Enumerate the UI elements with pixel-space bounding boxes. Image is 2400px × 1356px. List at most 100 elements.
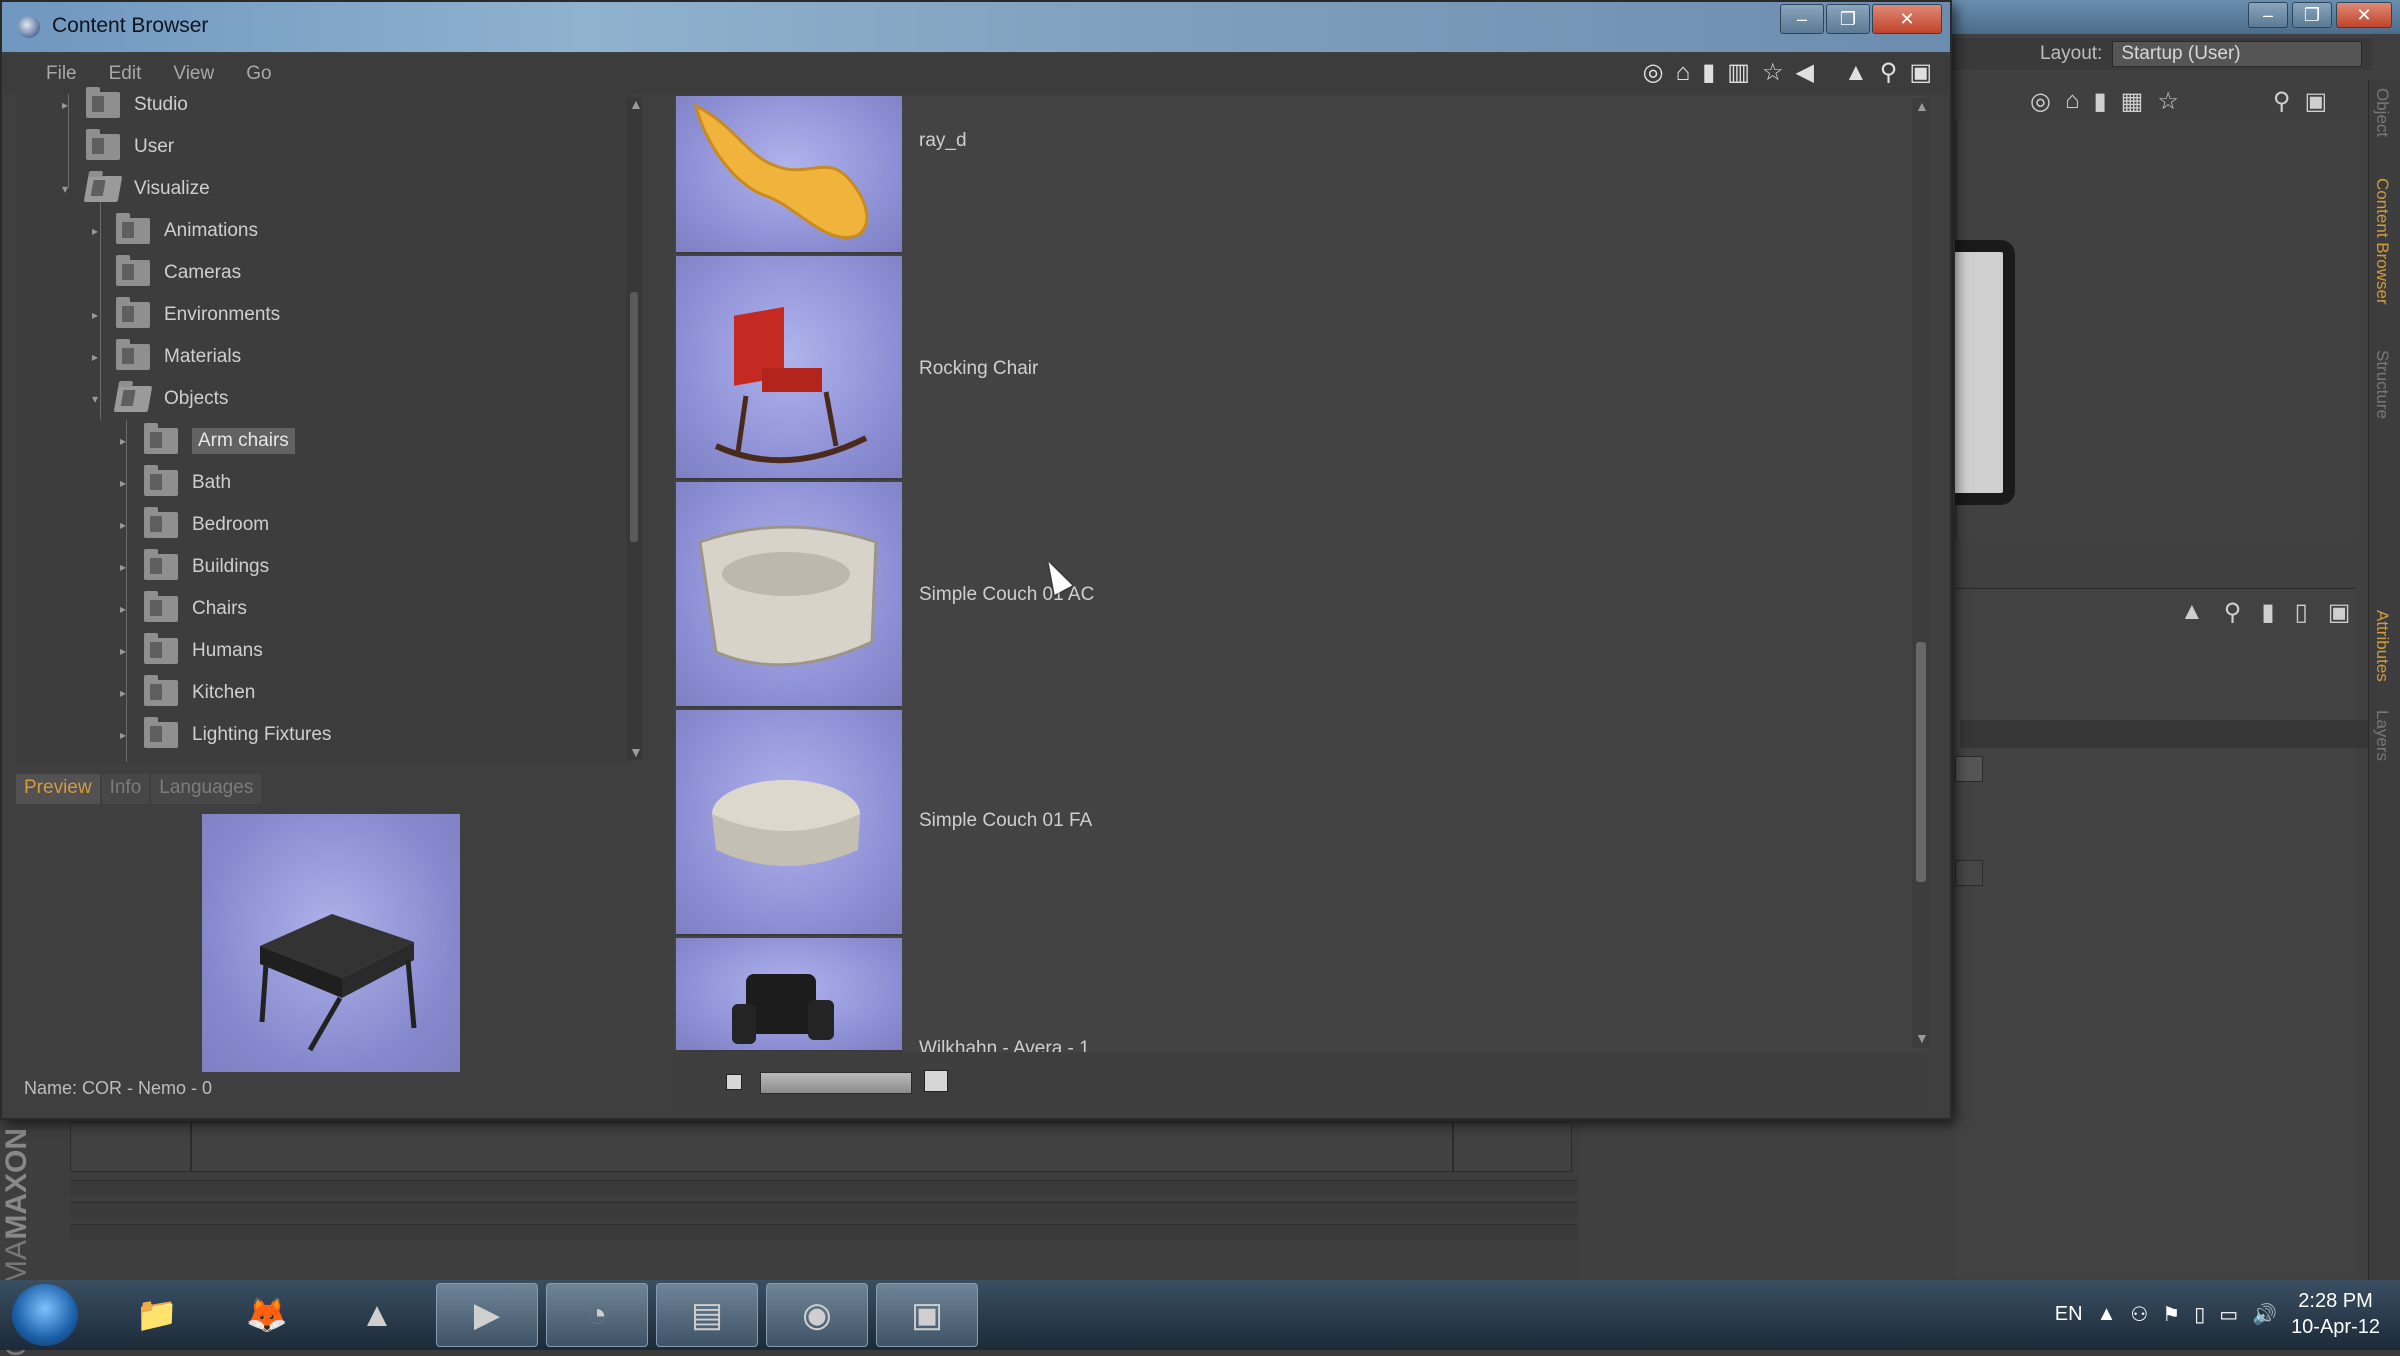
- firefox-taskbar-button[interactable]: 🦊: [216, 1283, 318, 1347]
- expand-arrow-icon[interactable]: ▸: [120, 686, 126, 700]
- expand-arrow-icon[interactable]: ▸: [120, 518, 126, 532]
- expand-arrow-icon[interactable]: ▸: [62, 98, 68, 112]
- timeline-track[interactable]: [70, 1224, 1578, 1240]
- tree-item-humans[interactable]: ▸ Humans: [120, 632, 263, 670]
- tree-item-user[interactable]: User: [62, 128, 174, 166]
- side-tab-attributes[interactable]: Attributes: [2372, 610, 2392, 682]
- vlc-taskbar-button[interactable]: ▲: [326, 1283, 428, 1347]
- list-item-label[interactable]: ray_d: [919, 130, 967, 152]
- main-maximize-button[interactable]: ❐: [2292, 2, 2332, 28]
- scroll-up-icon[interactable]: ▲: [629, 96, 643, 112]
- app-taskbar-button[interactable]: ◔: [546, 1283, 648, 1347]
- home-icon[interactable]: ⌂: [2065, 87, 2080, 115]
- close-button[interactable]: ✕: [1872, 4, 1942, 34]
- thumbnail-size-slider[interactable]: [760, 1072, 912, 1094]
- collapse-arrow-icon[interactable]: ▾: [62, 182, 68, 196]
- network-icon[interactable]: ⚇: [2130, 1302, 2148, 1327]
- tab-info[interactable]: Info: [101, 774, 150, 804]
- scroll-down-icon[interactable]: ▼: [629, 744, 643, 760]
- columns-icon[interactable]: ▥: [1727, 58, 1750, 87]
- start-button[interactable]: [12, 1284, 78, 1346]
- expand-arrow-icon[interactable]: ▸: [120, 434, 126, 448]
- back-arrow-icon[interactable]: ◀: [1796, 58, 1814, 87]
- lock-icon[interactable]: ▮: [1702, 58, 1715, 87]
- timeline-ruler[interactable]: [70, 1122, 1572, 1172]
- tree-item-buildings[interactable]: ▸ Buildings: [120, 548, 269, 586]
- eye-icon[interactable]: ◎: [1643, 58, 1664, 87]
- scroll-down-icon[interactable]: ▼: [1915, 1030, 1929, 1046]
- notes-taskbar-button[interactable]: ▤: [656, 1283, 758, 1347]
- attribute-dropdown-button[interactable]: [1955, 756, 1983, 782]
- list-item-label[interactable]: Wilkhahn - Avera - 1: [919, 1038, 1090, 1052]
- list-item-thumbnail[interactable]: [676, 938, 902, 1052]
- tree-item-lighting-fixtures[interactable]: ▸ Lighting Fixtures: [120, 716, 331, 754]
- tree-scrollbar-thumb[interactable]: [630, 292, 638, 542]
- media-player-taskbar-button[interactable]: ▶: [436, 1283, 538, 1347]
- expand-arrow-icon[interactable]: ▸: [120, 728, 126, 742]
- tree-item-visualize[interactable]: ▾ Visualize: [62, 170, 210, 208]
- search-icon[interactable]: ⚲: [1880, 58, 1898, 87]
- expand-arrow-icon[interactable]: ▸: [120, 644, 126, 658]
- tree-item-objects[interactable]: ▾ Objects: [92, 380, 228, 418]
- tree-item-environments[interactable]: ▸ Environments: [92, 296, 280, 334]
- search-icon[interactable]: ⚲: [2224, 598, 2242, 627]
- tree-item-materials[interactable]: ▸ Materials: [92, 338, 241, 376]
- large-thumbnail-icon[interactable]: [924, 1070, 948, 1092]
- maximize-button[interactable]: ❐: [1826, 4, 1870, 34]
- show-hidden-icons-icon[interactable]: ▲: [2097, 1303, 2117, 1326]
- cinema4d-taskbar-button[interactable]: ◉: [766, 1283, 868, 1347]
- minimize-button[interactable]: –: [1780, 4, 1824, 34]
- explorer-taskbar-button[interactable]: 📁: [106, 1283, 208, 1347]
- tree-item-studio[interactable]: ▸ Studio: [62, 86, 188, 124]
- expand-icon[interactable]: ▣: [2304, 87, 2327, 116]
- side-tab-layers[interactable]: Layers: [2372, 710, 2392, 761]
- expand-icon[interactable]: ▣: [1909, 58, 1932, 87]
- grid-icon[interactable]: ▦: [2121, 87, 2144, 116]
- attribute-small-button[interactable]: [1955, 860, 1983, 886]
- language-indicator[interactable]: EN: [2055, 1303, 2083, 1326]
- cursor-tool-icon[interactable]: ▲: [2180, 598, 2204, 627]
- tree-item-kitchen[interactable]: ▸ Kitchen: [120, 674, 255, 712]
- layout-select[interactable]: Startup (User): [2112, 41, 2363, 67]
- list-item-thumbnail[interactable]: [676, 710, 902, 936]
- side-tab-object[interactable]: Object: [2372, 88, 2392, 137]
- list-scrollbar-thumb[interactable]: [1916, 642, 1926, 882]
- grid-icon[interactable]: ▯: [2295, 598, 2308, 627]
- tree-item-bath[interactable]: ▸ Bath: [120, 464, 231, 502]
- clock[interactable]: 2:28 PM 10-Apr-12: [2291, 1288, 2380, 1340]
- collapse-arrow-icon[interactable]: ▾: [92, 392, 98, 406]
- list-item-label[interactable]: Rocking Chair: [919, 358, 1038, 380]
- flag-icon[interactable]: ⚑: [2162, 1302, 2180, 1327]
- tree-item-bedroom[interactable]: ▸ Bedroom: [120, 506, 269, 544]
- expand-arrow-icon[interactable]: ▸: [120, 476, 126, 490]
- list-item-label[interactable]: Simple Couch 01 FA: [919, 810, 1092, 832]
- tree-item-chairs[interactable]: ▸ Chairs: [120, 590, 247, 628]
- timeline-track[interactable]: [70, 1202, 1578, 1218]
- expand-icon[interactable]: ▣: [2328, 598, 2351, 627]
- expand-arrow-icon[interactable]: ▸: [120, 602, 126, 616]
- list-item-thumbnail[interactable]: [676, 96, 902, 254]
- list-scrollbar[interactable]: [1912, 98, 1930, 1048]
- side-tab-structure[interactable]: Structure: [2372, 350, 2392, 419]
- tree-item-cameras[interactable]: Cameras: [92, 254, 241, 292]
- content-browser-titlebar[interactable]: [2, 2, 1950, 52]
- main-minimize-button[interactable]: –: [2248, 2, 2288, 28]
- expand-arrow-icon[interactable]: ▸: [92, 308, 98, 322]
- lock-icon[interactable]: ▮: [2261, 598, 2274, 627]
- battery-icon[interactable]: ▯: [2194, 1302, 2205, 1327]
- monitor-icon[interactable]: ▭: [2219, 1302, 2238, 1327]
- expand-arrow-icon[interactable]: ▸: [92, 350, 98, 364]
- search-icon[interactable]: ⚲: [2273, 87, 2291, 116]
- tab-languages[interactable]: Languages: [151, 774, 262, 804]
- side-tab-content-browser[interactable]: Content Browser: [2372, 178, 2392, 305]
- scroll-up-icon[interactable]: ▲: [1915, 98, 1929, 114]
- menu-file[interactable]: File: [32, 63, 91, 85]
- star-icon[interactable]: ☆: [2157, 87, 2179, 116]
- list-item-thumbnail[interactable]: [676, 482, 902, 708]
- eye-icon[interactable]: ◎: [2030, 87, 2051, 116]
- cursor-tool-icon[interactable]: ▲: [1844, 59, 1868, 87]
- tree-item-animations[interactable]: ▸ Animations: [92, 212, 258, 250]
- menu-edit[interactable]: Edit: [95, 63, 156, 85]
- expand-arrow-icon[interactable]: ▸: [120, 560, 126, 574]
- list-item-thumbnail[interactable]: [676, 256, 902, 480]
